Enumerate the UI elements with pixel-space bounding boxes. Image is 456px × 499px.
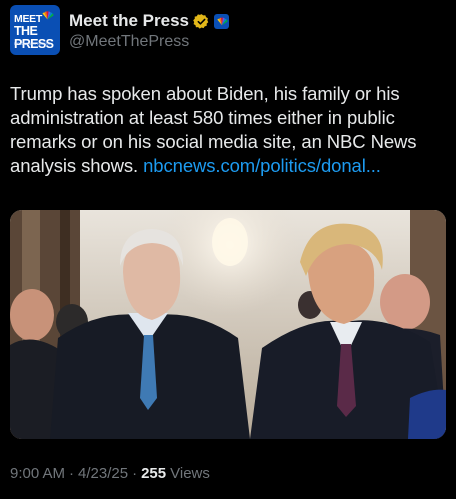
tweet-meta: 9:00 AM · 4/23/25 · 255 Views bbox=[10, 465, 210, 482]
article-link[interactable]: nbcnews.com/politics/donal... bbox=[143, 155, 381, 176]
tweet-date[interactable]: 4/23/25 bbox=[78, 465, 128, 482]
meta-separator: · bbox=[69, 465, 75, 482]
photo-illustration bbox=[10, 210, 446, 439]
avatar-text-press: THE PRESS bbox=[14, 24, 54, 51]
avatar[interactable]: MEET THE PRESS NBCNEWS NEWS bbox=[10, 5, 60, 55]
meta-separator: · bbox=[132, 465, 138, 482]
name-row: Meet the Press bbox=[69, 11, 229, 31]
account-handle[interactable]: @MeetThePress bbox=[69, 33, 189, 51]
nbc-peacock-icon bbox=[42, 11, 54, 20]
tweet-time[interactable]: 9:00 AM bbox=[10, 465, 65, 482]
display-name[interactable]: Meet the Press bbox=[69, 11, 189, 31]
views-count: 255 bbox=[141, 465, 167, 482]
views-label: Views bbox=[170, 465, 210, 482]
affiliate-badge[interactable] bbox=[214, 13, 229, 29]
tweet-photo[interactable] bbox=[10, 210, 446, 439]
verified-badge-icon[interactable] bbox=[193, 13, 210, 30]
nbc-peacock-icon bbox=[216, 17, 228, 25]
tweet-header: MEET THE PRESS NBCNEWS NEWS Meet the Pres… bbox=[10, 5, 446, 55]
avatar-subtext: NBCNEWS NEWS bbox=[14, 41, 50, 46]
tweet-body: Trump has spoken about Biden, his family… bbox=[10, 82, 446, 178]
